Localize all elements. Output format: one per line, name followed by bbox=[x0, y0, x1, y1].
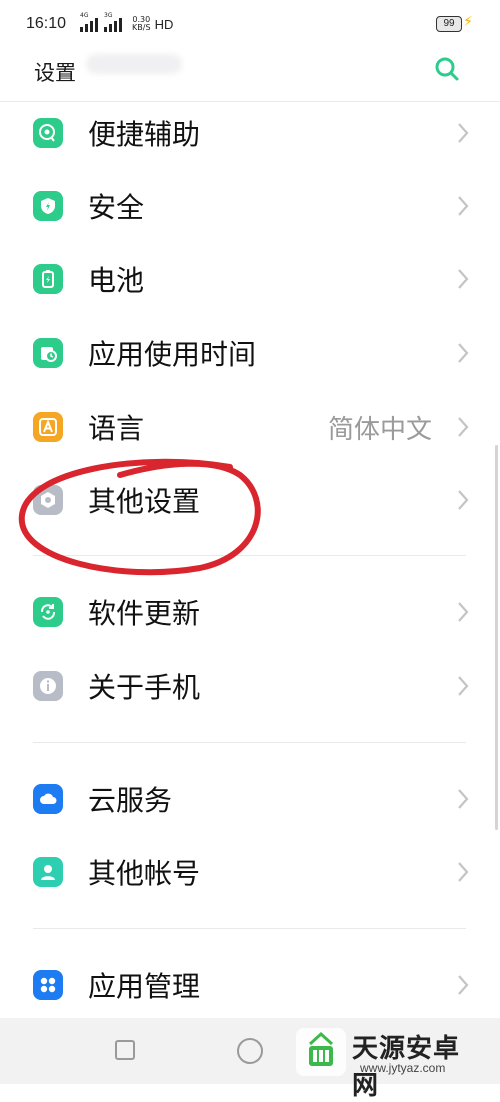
chevron-right-icon bbox=[458, 862, 469, 882]
settings-item-label: 语言 bbox=[88, 412, 145, 445]
blurred-region bbox=[86, 54, 182, 74]
chevron-right-icon bbox=[458, 343, 469, 363]
settings-item-label: 关于手机 bbox=[88, 671, 201, 704]
hd-indicator: HD bbox=[154, 16, 174, 32]
settings-item-label: 应用管理 bbox=[88, 970, 201, 1003]
settings-item-label: 便捷辅助 bbox=[88, 118, 201, 151]
charging-icon: ⚡ bbox=[463, 14, 473, 30]
settings-item-software-update[interactable]: 软件更新 bbox=[0, 575, 500, 649]
chevron-right-icon bbox=[458, 123, 469, 143]
watermark-url: www.jytyaz.com bbox=[360, 1061, 446, 1075]
app-time-icon bbox=[33, 338, 63, 368]
settings-item-other-accounts[interactable]: 其他帐号 bbox=[0, 835, 500, 909]
settings-item-language[interactable]: 语言 简体中文 bbox=[0, 390, 500, 464]
app-manage-icon bbox=[33, 970, 63, 1000]
home-button[interactable] bbox=[237, 1038, 263, 1064]
watermark: 天源安卓网 www.jytyaz.com bbox=[296, 1028, 486, 1101]
settings-item-app-management[interactable]: 应用管理 bbox=[0, 948, 500, 1018]
settings-item-label: 云服务 bbox=[88, 784, 173, 817]
chevron-right-icon bbox=[458, 417, 469, 437]
cloud-icon bbox=[33, 784, 63, 814]
settings-item-cloud[interactable]: 云服务 bbox=[0, 762, 500, 836]
page-title: 设置 bbox=[34, 61, 76, 85]
assist-icon bbox=[33, 118, 63, 148]
settings-item-label: 应用使用时间 bbox=[88, 338, 257, 371]
battery-icon: 99 bbox=[436, 16, 462, 32]
chevron-right-icon bbox=[458, 269, 469, 289]
language-icon bbox=[33, 412, 63, 442]
divider bbox=[33, 928, 466, 929]
status-bar: 16:10 4G 3G 0.30 KB/S HD 99 ⚡ bbox=[0, 0, 500, 48]
status-time: 16:10 bbox=[26, 15, 67, 32]
header: 设置 bbox=[0, 48, 500, 102]
settings-item-label: 安全 bbox=[88, 191, 145, 224]
settings-list[interactable]: 便捷辅助 安全 电池 应用使用时间 语言 简体中文 其他设置 软件更新 关于手机… bbox=[0, 103, 500, 1018]
settings-item-security[interactable]: 安全 bbox=[0, 169, 500, 243]
shield-icon bbox=[33, 191, 63, 221]
net-speed: 0.30 KB/S bbox=[132, 15, 151, 32]
chevron-right-icon bbox=[458, 196, 469, 216]
divider bbox=[33, 555, 466, 556]
signal-3g-icon: 3G bbox=[104, 12, 123, 32]
settings-item-label: 其他帐号 bbox=[88, 857, 201, 890]
chevron-right-icon bbox=[458, 789, 469, 809]
chevron-right-icon bbox=[458, 602, 469, 622]
settings-item-other-settings[interactable]: 其他设置 bbox=[0, 463, 500, 537]
settings-item-label: 软件更新 bbox=[88, 597, 201, 630]
chevron-right-icon bbox=[458, 975, 469, 995]
update-icon bbox=[33, 597, 63, 627]
scrollbar[interactable] bbox=[495, 445, 498, 830]
recent-apps-button[interactable] bbox=[115, 1040, 135, 1060]
watermark-logo-icon bbox=[296, 1028, 346, 1076]
divider bbox=[33, 742, 466, 743]
search-button[interactable] bbox=[434, 56, 460, 82]
battery-icon bbox=[33, 264, 63, 294]
signal-4g-icon: 4G bbox=[80, 12, 99, 32]
chevron-right-icon bbox=[458, 676, 469, 696]
language-value: 简体中文 bbox=[327, 414, 432, 445]
settings-item-assist[interactable]: 便捷辅助 bbox=[0, 103, 500, 170]
settings-item-battery[interactable]: 电池 bbox=[0, 242, 500, 316]
other-settings-icon bbox=[33, 485, 63, 515]
settings-item-label: 电池 bbox=[88, 264, 145, 297]
settings-item-label: 其他设置 bbox=[88, 485, 201, 518]
settings-item-app-time[interactable]: 应用使用时间 bbox=[0, 316, 500, 390]
search-icon bbox=[435, 57, 459, 81]
account-icon bbox=[33, 857, 63, 887]
info-icon bbox=[33, 671, 63, 701]
chevron-right-icon bbox=[458, 490, 469, 510]
settings-item-about-phone[interactable]: 关于手机 bbox=[0, 649, 500, 723]
